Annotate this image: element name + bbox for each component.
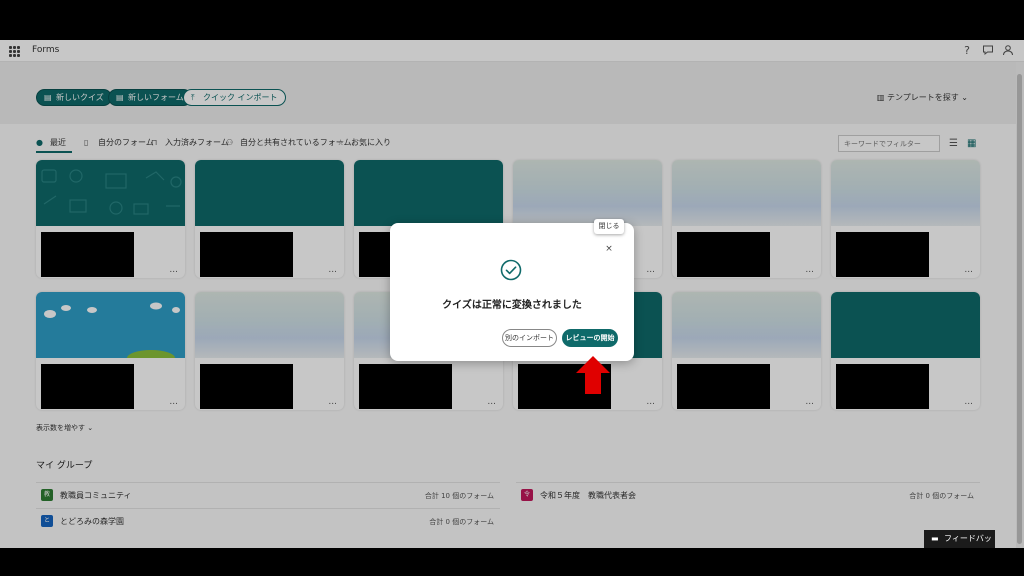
forms-window: Forms ? ▤ 新しいクイズ ▤ 新しいフォーム ⤒ クイック インポート … <box>0 40 1024 548</box>
feedback-button[interactable]: ▬ フィードバック <box>924 530 995 548</box>
start-review-button[interactable]: レビューの開始 <box>562 329 618 347</box>
close-tooltip: 閉じる <box>594 219 624 234</box>
check-circle-icon <box>500 259 522 281</box>
close-icon[interactable]: × <box>603 243 615 255</box>
feedback-icon: ▬ <box>931 534 939 543</box>
red-arrow-icon <box>576 356 610 394</box>
other-import-button[interactable]: 別のインポート <box>502 329 557 347</box>
dialog-message: クイズは正常に変換されました <box>442 300 582 311</box>
